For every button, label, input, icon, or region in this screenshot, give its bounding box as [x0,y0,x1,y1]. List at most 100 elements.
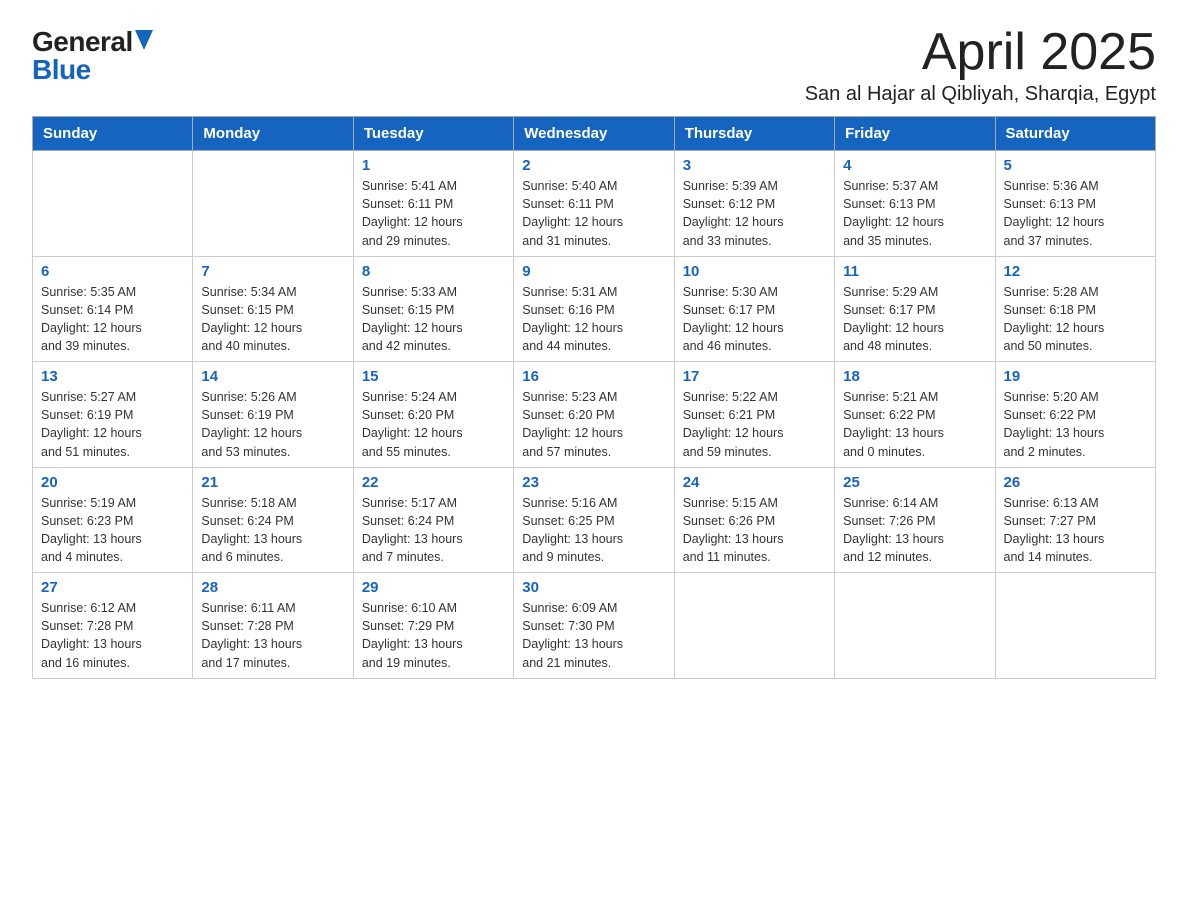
day-info: Sunrise: 6:13 AMSunset: 7:27 PMDaylight:… [1004,494,1147,567]
calendar-cell: 8 Sunrise: 5:33 AMSunset: 6:15 PMDaylight… [353,256,513,362]
calendar-week-row: 20 Sunrise: 5:19 AMSunset: 6:23 PMDayligh… [33,467,1156,573]
day-number: 20 [41,474,184,491]
day-info: Sunrise: 6:14 AMSunset: 7:26 PMDaylight:… [843,494,986,567]
calendar-cell: 12 Sunrise: 5:28 AMSunset: 6:18 PMDayligh… [995,256,1155,362]
day-number: 7 [201,263,344,280]
day-info: Sunrise: 5:23 AMSunset: 6:20 PMDaylight:… [522,388,665,461]
calendar-cell: 25Sunrise: 6:14 AMSunset: 7:26 PMDayligh… [835,467,995,573]
day-info: Sunrise: 5:28 AMSunset: 6:18 PMDaylight:… [1004,283,1147,356]
calendar-cell: 4 Sunrise: 5:37 AMSunset: 6:13 PMDaylight… [835,151,995,257]
day-info: Sunrise: 5:18 AMSunset: 6:24 PMDaylight:… [201,494,344,567]
day-number: 24 [683,474,826,491]
day-number: 21 [201,474,344,491]
day-number: 11 [843,263,986,280]
calendar-cell: 17Sunrise: 5:22 AMSunset: 6:21 PMDayligh… [674,362,834,468]
day-info: Sunrise: 5:21 AMSunset: 6:22 PMDaylight:… [843,388,986,461]
day-info: Sunrise: 5:35 AMSunset: 6:14 PMDaylight:… [41,283,184,356]
day-info: Sunrise: 5:30 AMSunset: 6:17 PMDaylight:… [683,283,826,356]
calendar-cell: 21 Sunrise: 5:18 AMSunset: 6:24 PMDayligh… [193,467,353,573]
calendar-cell: 6 Sunrise: 5:35 AMSunset: 6:14 PMDaylight… [33,256,193,362]
calendar-cell: 15 Sunrise: 5:24 AMSunset: 6:20 PMDayligh… [353,362,513,468]
calendar-cell: 29 Sunrise: 6:10 AMSunset: 7:29 PMDayligh… [353,573,513,679]
calendar-cell: 16 Sunrise: 5:23 AMSunset: 6:20 PMDayligh… [514,362,674,468]
day-number: 13 [41,368,184,385]
day-number: 22 [362,474,505,491]
day-info: Sunrise: 5:26 AMSunset: 6:19 PMDaylight:… [201,388,344,461]
calendar-cell [33,151,193,257]
calendar-cell: 3Sunrise: 5:39 AMSunset: 6:12 PMDaylight… [674,151,834,257]
weekday-header-thursday: Thursday [674,117,834,151]
day-info: Sunrise: 5:29 AMSunset: 6:17 PMDaylight:… [843,283,986,356]
day-number: 18 [843,368,986,385]
weekday-header-monday: Monday [193,117,353,151]
calendar-cell: 7 Sunrise: 5:34 AMSunset: 6:15 PMDaylight… [193,256,353,362]
day-info: Sunrise: 6:09 AMSunset: 7:30 PMDaylight:… [522,599,665,672]
title-area: April 2025 San al Hajar al Qibliyah, Sha… [805,24,1156,106]
day-number: 2 [522,157,665,174]
day-number: 12 [1004,263,1147,280]
day-info: Sunrise: 5:41 AMSunset: 6:11 PMDaylight:… [362,177,505,250]
calendar-cell: 20 Sunrise: 5:19 AMSunset: 6:23 PMDayligh… [33,467,193,573]
calendar-cell: 2 Sunrise: 5:40 AMSunset: 6:11 PMDaylight… [514,151,674,257]
calendar-header-row: SundayMondayTuesdayWednesdayThursdayFrid… [33,117,1156,151]
page-header: General Blue April 2025 San al Hajar al … [32,24,1156,106]
day-number: 3 [683,157,826,174]
weekday-header-sunday: Sunday [33,117,193,151]
day-info: Sunrise: 5:20 AMSunset: 6:22 PMDaylight:… [1004,388,1147,461]
day-number: 15 [362,368,505,385]
weekday-header-wednesday: Wednesday [514,117,674,151]
day-info: Sunrise: 5:16 AMSunset: 6:25 PMDaylight:… [522,494,665,567]
day-number: 29 [362,579,505,596]
calendar-cell [193,151,353,257]
day-number: 23 [522,474,665,491]
calendar-cell [674,573,834,679]
day-info: Sunrise: 5:34 AMSunset: 6:15 PMDaylight:… [201,283,344,356]
location-title: San al Hajar al Qibliyah, Sharqia, Egypt [805,83,1156,106]
calendar-cell: 9Sunrise: 5:31 AMSunset: 6:16 PMDaylight… [514,256,674,362]
day-info: Sunrise: 6:11 AMSunset: 7:28 PMDaylight:… [201,599,344,672]
day-info: Sunrise: 5:37 AMSunset: 6:13 PMDaylight:… [843,177,986,250]
calendar-cell: 18 Sunrise: 5:21 AMSunset: 6:22 PMDayligh… [835,362,995,468]
day-number: 5 [1004,157,1147,174]
calendar-cell: 10 Sunrise: 5:30 AMSunset: 6:17 PMDayligh… [674,256,834,362]
day-number: 10 [683,263,826,280]
day-number: 30 [522,579,665,596]
calendar-week-row: 13Sunrise: 5:27 AMSunset: 6:19 PMDayligh… [33,362,1156,468]
day-info: Sunrise: 5:33 AMSunset: 6:15 PMDaylight:… [362,283,505,356]
day-number: 19 [1004,368,1147,385]
calendar-cell: 27Sunrise: 6:12 AMSunset: 7:28 PMDayligh… [33,573,193,679]
calendar-cell: 5 Sunrise: 5:36 AMSunset: 6:13 PMDaylight… [995,151,1155,257]
day-number: 28 [201,579,344,596]
day-info: Sunrise: 6:10 AMSunset: 7:29 PMDaylight:… [362,599,505,672]
day-info: Sunrise: 5:36 AMSunset: 6:13 PMDaylight:… [1004,177,1147,250]
calendar-cell: 14 Sunrise: 5:26 AMSunset: 6:19 PMDayligh… [193,362,353,468]
calendar-cell: 19 Sunrise: 5:20 AMSunset: 6:22 PMDayligh… [995,362,1155,468]
day-number: 16 [522,368,665,385]
calendar-cell: 22 Sunrise: 5:17 AMSunset: 6:24 PMDayligh… [353,467,513,573]
day-number: 6 [41,263,184,280]
calendar-week-row: 1Sunrise: 5:41 AMSunset: 6:11 PMDaylight… [33,151,1156,257]
month-title: April 2025 [805,24,1156,81]
day-info: Sunrise: 5:40 AMSunset: 6:11 PMDaylight:… [522,177,665,250]
calendar-cell: 23 Sunrise: 5:16 AMSunset: 6:25 PMDayligh… [514,467,674,573]
calendar-cell [835,573,995,679]
day-info: Sunrise: 5:19 AMSunset: 6:23 PMDaylight:… [41,494,184,567]
calendar-cell [995,573,1155,679]
weekday-header-tuesday: Tuesday [353,117,513,151]
calendar-cell: 24 Sunrise: 5:15 AMSunset: 6:26 PMDayligh… [674,467,834,573]
day-info: Sunrise: 5:24 AMSunset: 6:20 PMDaylight:… [362,388,505,461]
calendar-table: SundayMondayTuesdayWednesdayThursdayFrid… [32,116,1156,679]
calendar-cell: 13Sunrise: 5:27 AMSunset: 6:19 PMDayligh… [33,362,193,468]
day-info: Sunrise: 5:22 AMSunset: 6:21 PMDaylight:… [683,388,826,461]
calendar-cell: 30 Sunrise: 6:09 AMSunset: 7:30 PMDayligh… [514,573,674,679]
calendar-cell: 26 Sunrise: 6:13 AMSunset: 7:27 PMDayligh… [995,467,1155,573]
day-number: 9 [522,263,665,280]
weekday-header-friday: Friday [835,117,995,151]
day-number: 26 [1004,474,1147,491]
day-number: 4 [843,157,986,174]
day-info: Sunrise: 5:17 AMSunset: 6:24 PMDaylight:… [362,494,505,567]
day-number: 14 [201,368,344,385]
logo-general-text: General [32,28,133,56]
day-info: Sunrise: 5:15 AMSunset: 6:26 PMDaylight:… [683,494,826,567]
day-number: 8 [362,263,505,280]
